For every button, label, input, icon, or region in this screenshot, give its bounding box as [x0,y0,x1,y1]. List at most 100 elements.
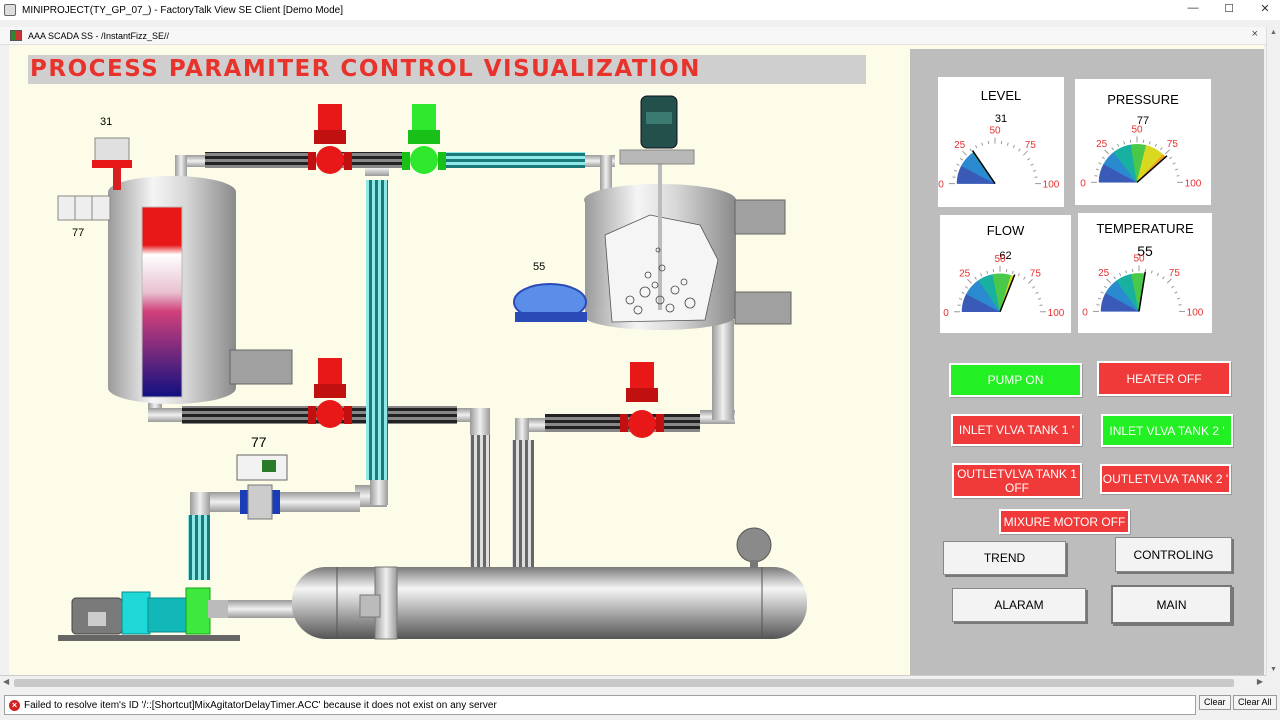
controling-button[interactable]: CONTROLING [1115,537,1232,572]
diagnostic-message: × Failed to resolve item's ID '/::[Short… [4,695,1196,715]
vessel-feed-pipe-1 [470,435,490,570]
gauge-tick [1023,276,1026,280]
gauge-tick [1030,163,1034,166]
tab-close-icon[interactable]: × [1252,28,1258,40]
gauge-tick [1164,149,1170,155]
gauge-tick [1100,291,1104,294]
gauge-tick [1150,270,1153,274]
gauge-tick [961,291,965,295]
gauge-tick-label: 75 [1030,268,1042,279]
horizontal-scroll-thumb[interactable] [14,679,1234,687]
outlet-valve-tank-2-button[interactable]: OUTLETVLVA TANK 2 ' [1100,464,1231,494]
mixer-motor-off-button[interactable]: MIXURE MOTOR OFF [999,509,1130,534]
error-icon: × [9,699,20,711]
outlet-valve-1[interactable] [308,358,352,428]
gauge-tick [981,142,984,146]
scroll-right-icon[interactable]: ▶ [1257,677,1263,686]
transfer-pipe [366,180,388,480]
flow-gauge: FLOW 62 0 25 50 75 100 [940,215,1071,333]
horizontal-scrollbar[interactable]: ◀ ▶ [0,675,1266,689]
gauge-tick [953,169,958,172]
gauge-tick [1095,168,1100,171]
gauge-tick [1097,297,1102,300]
main-button[interactable]: MAIN [1111,585,1232,624]
tank-1[interactable] [108,176,293,404]
motor-pump[interactable] [58,587,240,641]
scroll-left-icon[interactable]: ◀ [3,677,9,686]
gauge-tick [1148,141,1151,145]
heater-off-button[interactable]: HEATER OFF [1097,361,1231,396]
tank-1-level-bar [141,206,183,398]
scroll-down-icon[interactable]: ▼ [1270,666,1277,673]
gauge-tick-label: 0 [938,180,944,191]
inlet-valve-tank-1-button[interactable]: INLET VLVA TANK 1 ' [951,414,1082,446]
gauge-tick [956,163,960,166]
gauge-tick [1032,286,1036,289]
gauge-tick-label: 50 [994,254,1006,265]
close-icon[interactable]: ✕ [1258,2,1272,15]
gauge-tick [964,286,968,289]
gauge-tick [974,276,977,280]
storage-vessel[interactable] [292,527,807,640]
gauge-tick-label: 25 [954,140,966,151]
gauge-tick [1111,147,1114,151]
gauge-tick [1160,147,1163,151]
gauge-tick [1035,291,1039,295]
gauge-tick [1166,278,1172,284]
gauge-tick [1125,270,1128,274]
gauge-tick [1037,297,1042,300]
vertical-scrollbar[interactable]: ▲ ▼ [1266,27,1280,675]
scroll-up-icon[interactable]: ▲ [1270,29,1277,36]
clear-all-button[interactable]: Clear All [1233,695,1277,710]
inlet-valve-2[interactable] [402,104,446,174]
diagnostic-message-text: Failed to resolve item's ID '/::[Shortcu… [24,699,497,711]
gauge-tick [1162,276,1165,280]
gauge-tick [1011,270,1014,274]
alaram-button[interactable]: ALARAM [952,588,1086,622]
gauge-tick-label: 25 [1096,139,1108,150]
maximize-icon[interactable]: ☐ [1222,2,1236,15]
inlet-valve-1[interactable] [308,104,352,174]
gauge-tick [1174,291,1178,294]
gauge-tick [1154,143,1157,147]
pump-on-button[interactable]: PUMP ON [949,363,1082,397]
gauge-tick [986,270,989,274]
gauge-tick [958,297,963,300]
gauge-tick-label: 50 [1133,253,1145,264]
gauge-tick [1174,168,1179,171]
gauge-tick [1171,285,1175,289]
temperature-gauge: TEMPERATURE 55 0 25 50 75 100 [1078,213,1212,333]
gauge-tick-label: 75 [1169,268,1181,279]
process-graphic [57,95,807,641]
gauge-tick [1022,150,1028,156]
gauge-tick [1027,157,1031,161]
pump-value: 55 [533,261,546,273]
gauge-tick [1018,148,1021,152]
trend-button[interactable]: TREND [943,541,1066,575]
gauge-tick [962,150,968,156]
gauge-tick [1104,149,1110,155]
gauge-tick [967,278,973,284]
gauge-tick [1017,273,1020,277]
gauge-tick-label: 0 [1082,307,1088,318]
gauge-tick-label: 25 [1098,268,1110,279]
flow-line [215,492,360,512]
tank-2-mixer[interactable] [584,95,792,330]
gauge-tick [1101,156,1105,160]
minimize-icon[interactable]: — [1186,2,1200,15]
outlet-valve-tank-1-button[interactable]: OUTLETVLVA TANK 1 OFF [952,463,1082,498]
gauge-tick [1123,141,1126,145]
gauge-tick-label: 50 [1131,124,1143,135]
tank-1-pressure-value: 77 [72,227,85,239]
transfer-pump[interactable] [513,283,587,322]
level-gauge: LEVEL 31 0 25 50 75 100 [938,77,1064,207]
outlet-valve-2[interactable] [620,362,664,438]
gauge-tick [969,148,972,152]
gauge-tick [1117,143,1120,147]
gauge-tick [1103,285,1107,289]
tank-1-level-value: 31 [100,116,113,128]
gauge-tick-label: 100 [1185,178,1202,189]
clear-button[interactable]: Clear [1199,695,1231,710]
inlet-valve-tank-2-button[interactable]: INLET VLVA TANK 2 ' [1101,414,1233,447]
vessel-feed-pipe-2 [512,440,534,570]
